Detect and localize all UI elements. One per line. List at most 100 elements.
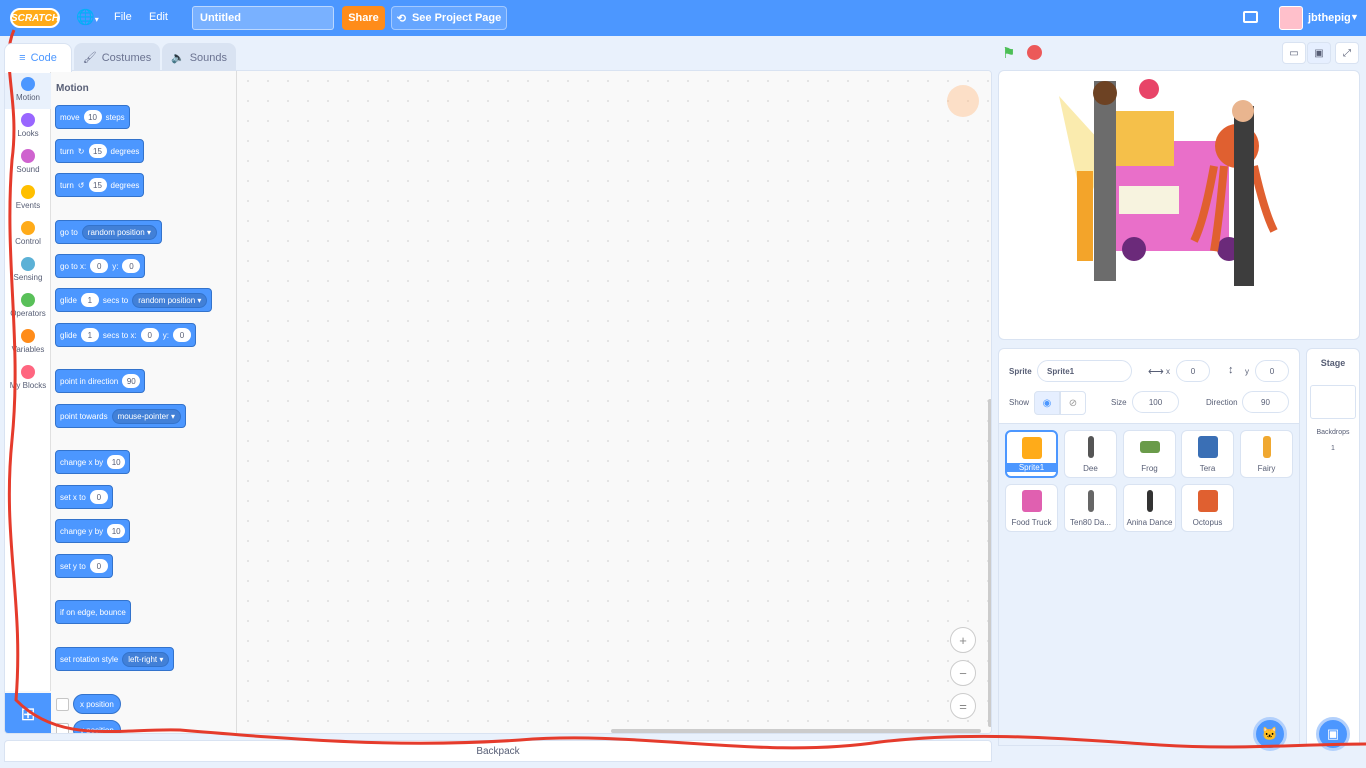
workspace-horizontal-scrollbar[interactable] [611,729,981,733]
hide-button[interactable]: ⊘ [1060,391,1086,415]
sprite-name: Food Truck [1011,518,1052,527]
backpack-bar[interactable]: Backpack [4,740,992,762]
block-arg[interactable]: 1 [80,328,99,342]
show-visible-button[interactable]: ◉ [1034,391,1060,415]
block-goto-xy[interactable]: go to x: 0 y: 0 [55,254,146,278]
tab-code[interactable]: ≡ Code [4,43,72,72]
username[interactable]: jbthepig [1308,12,1351,24]
category-variables[interactable]: Variables [5,325,51,361]
code-editor: Motion Looks Sound Events Control Sensin… [4,70,992,734]
globe-icon[interactable]: 🌐▾ [76,8,99,26]
block-turn-right[interactable]: turn ↻ 15 degrees [55,139,145,163]
tab-sounds[interactable]: 🔈 Sounds [162,43,236,71]
category-my-blocks[interactable]: My Blocks [5,361,51,397]
block-dropdown[interactable]: random position ▾ [81,224,157,240]
reporter-y-position[interactable]: y position [73,720,121,733]
stop-icon[interactable] [1027,45,1042,60]
workspace-vertical-scrollbar[interactable] [988,399,991,727]
block-set-y[interactable]: set y to 0 [55,554,113,578]
category-sensing[interactable]: Sensing [5,253,51,289]
block-arg[interactable]: 15 [88,144,107,158]
block-move[interactable]: move 10 steps [55,105,130,129]
dropdown-label: random position [138,295,196,305]
sprite-tile[interactable]: Dee [1064,430,1117,478]
block-turn-left[interactable]: turn ↺ 15 degrees [55,173,145,197]
small-stage-button[interactable]: ▭ [1282,42,1306,64]
script-workspace[interactable]: + − = [238,71,991,733]
normal-stage-button[interactable]: ▣ [1307,42,1331,64]
block-change-y[interactable]: change y by 10 [55,519,131,543]
block-change-x[interactable]: change x by 10 [55,450,131,474]
scratch-logo[interactable]: SCRATCH [10,8,60,28]
category-events[interactable]: Events [5,181,51,217]
tab-costumes[interactable]: 🖌 Costumes [74,43,160,71]
category-control[interactable]: Control [5,217,51,253]
block-arg[interactable]: 10 [107,455,126,469]
reporter-x-position[interactable]: x position [73,694,121,714]
block-arg[interactable]: 15 [88,178,107,192]
block-glide-xy[interactable]: glide 1 secs to x: 0 y: 0 [55,323,196,347]
x-position-checkbox[interactable] [56,698,69,711]
stage-canvas[interactable] [998,70,1360,340]
block-arg[interactable]: 10 [83,110,102,124]
block-glide-to[interactable]: glide 1 secs to random position ▾ [55,288,213,312]
add-sprite-button[interactable]: 🐱 [1253,717,1287,751]
add-backdrop-button[interactable]: ▣ [1316,717,1350,751]
fullscreen-button[interactable]: ⤢ [1335,42,1359,64]
block-rotation-style[interactable]: set rotation style left-right ▾ [55,647,175,671]
sprite-tile[interactable]: Anina Dance [1123,484,1176,532]
block-arg[interactable]: 0 [140,328,159,342]
rotate-right-icon: ↻ [77,146,85,156]
block-dropdown[interactable]: left-right ▾ [122,651,170,667]
backdrop-thumbnail[interactable] [1310,385,1356,419]
edit-menu[interactable]: Edit [149,11,168,23]
category-sound[interactable]: Sound [5,145,51,181]
size-input[interactable]: 100 [1132,391,1179,413]
zoom-out-button[interactable]: − [950,660,976,686]
sprite-tile[interactable]: Sprite1 [1005,430,1058,478]
project-title-input[interactable] [192,6,334,30]
sprite-tile[interactable]: Ten80 Da... [1064,484,1117,532]
block-bounce[interactable]: if on edge, bounce [55,600,131,624]
folder-icon[interactable] [1243,11,1258,23]
y-position-checkbox[interactable] [56,723,69,733]
category-label: Sound [16,165,40,174]
block-point-towards[interactable]: point towards mouse-pointer ▾ [55,404,186,428]
sprite-tile[interactable]: Fairy [1240,430,1293,478]
category-operators[interactable]: Operators [5,289,51,325]
sprite-name-input[interactable]: Sprite1 [1037,360,1132,382]
block-dropdown[interactable]: random position ▾ [132,292,208,308]
block-goto[interactable]: go to random position ▾ [55,220,162,244]
file-menu[interactable]: File [114,11,132,23]
sprite-tile[interactable]: Frog [1123,430,1176,478]
avatar[interactable] [1279,6,1303,30]
events-dot-icon [21,185,35,199]
block-arg[interactable]: 0 [89,559,108,573]
stage-selector[interactable]: Stage Backdrops 1 [1306,348,1360,746]
sprite-tile[interactable]: Tera [1181,430,1234,478]
block-arg[interactable]: 90 [122,374,141,388]
direction-input[interactable]: 90 [1242,391,1289,413]
zoom-in-button[interactable]: + [950,627,976,653]
block-arg[interactable]: 0 [122,259,141,273]
block-dropdown[interactable]: mouse-pointer ▾ [111,408,181,424]
category-motion[interactable]: Motion [5,73,51,109]
block-arg[interactable]: 10 [107,524,126,538]
block-arg[interactable]: 0 [90,259,109,273]
block-arg[interactable]: 0 [172,328,191,342]
category-looks[interactable]: Looks [5,109,51,145]
block-arg[interactable]: 0 [89,490,108,504]
sprite-tile[interactable]: Octopus [1181,484,1234,532]
zoom-reset-button[interactable]: = [950,693,976,719]
sprite-tile[interactable]: Food Truck [1005,484,1058,532]
add-extension-button[interactable]: ⊞ [5,693,51,733]
block-point-direction[interactable]: point in direction 90 [55,369,146,393]
see-project-page-button[interactable]: ⟲ See Project Page [391,6,507,30]
block-arg[interactable]: 1 [80,293,99,307]
block-set-x[interactable]: set x to 0 [55,485,113,509]
x-input[interactable]: 0 [1176,360,1210,382]
chevron-down-icon[interactable]: ▼ [1350,12,1359,22]
share-button[interactable]: Share [342,6,385,30]
y-input[interactable]: 0 [1255,360,1289,382]
green-flag-icon[interactable]: ⚑ [1002,44,1015,62]
